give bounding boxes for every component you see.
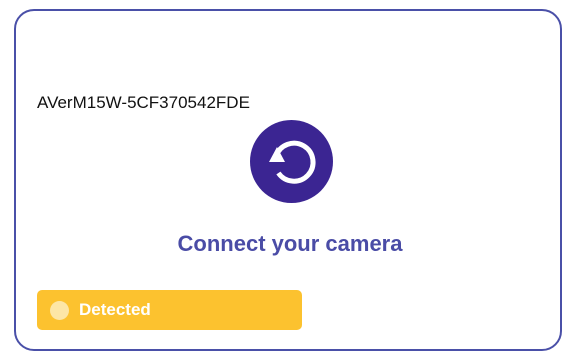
refresh-button[interactable] [250, 120, 333, 203]
status-dot-icon [50, 300, 69, 320]
status-label: Detected [79, 300, 151, 319]
refresh-icon [268, 140, 316, 184]
connect-title: Connect your camera [177, 231, 403, 256]
connect-camera-card: AVerM15W-5CF370542FDE Connect your camer… [14, 9, 562, 351]
device-name: AVerM15W-5CF370542FDE [37, 93, 250, 112]
status-badge: Detected [37, 290, 302, 330]
